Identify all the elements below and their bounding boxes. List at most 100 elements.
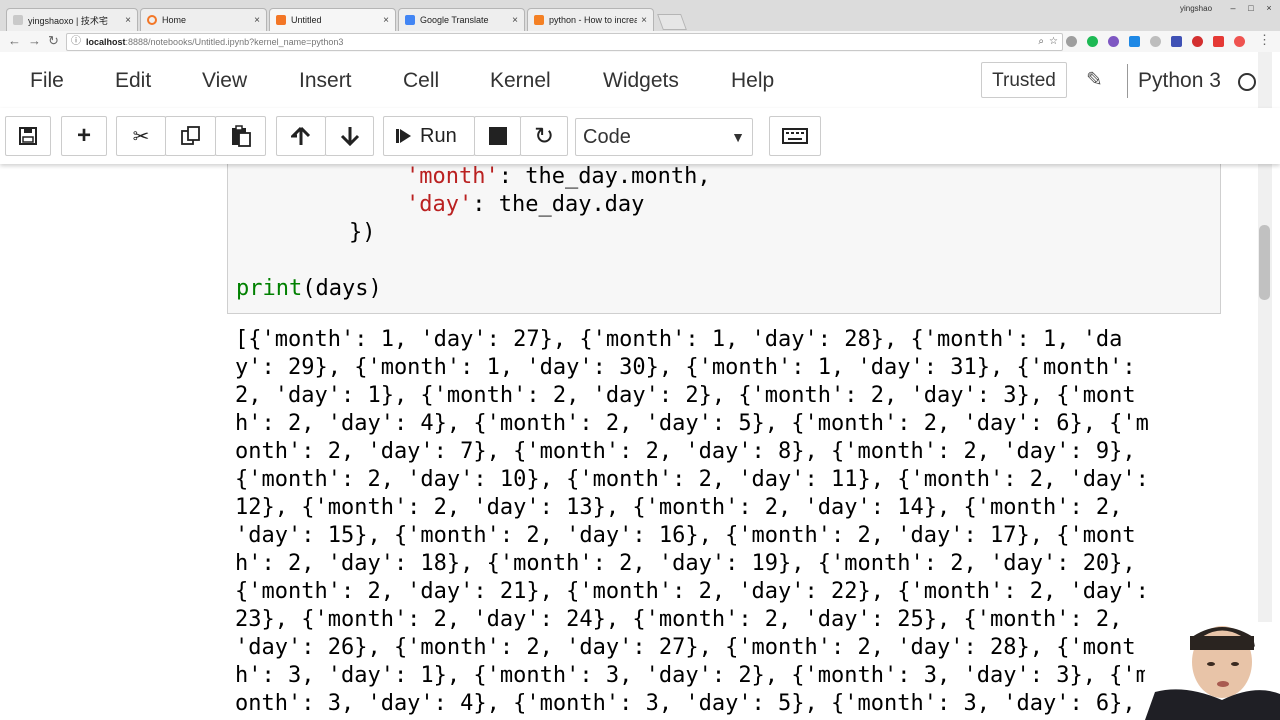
code-line: 'month': the_day.month, [406,164,711,189]
url-text: localhost:8888/notebooks/Untitled.ipynb?… [86,37,344,47]
site-info-icon[interactable]: ⓘ [71,34,81,50]
presenter-image [1145,622,1280,720]
extension-icon[interactable] [1108,36,1119,47]
copy-button[interactable] [165,116,216,156]
output-line: onth': 3, 'day': 4}, {'month': 3, 'day':… [235,691,1136,716]
edit-mode-pencil-icon: ✎ [1086,69,1103,91]
move-up-button[interactable] [276,116,326,156]
extension-icon[interactable] [1087,36,1098,47]
paste-icon [231,125,251,147]
keyboard-icon [782,128,808,144]
interrupt-kernel-button[interactable] [474,116,521,156]
tab-title: python - How to increa [549,15,638,25]
cell-type-select[interactable]: Code ▼ [575,118,753,156]
output-line: h': 2, 'day': 18}, {'month': 2, 'day': 1… [235,551,1136,576]
page-favicon-icon [13,15,23,25]
browser-tab-yingshaoxo[interactable]: yingshaoxo | 技术宅 × [6,8,138,31]
address-bar[interactable]: ⓘ localhost:8888/notebooks/Untitled.ipyn… [66,33,1063,51]
browser-tab-untitled[interactable]: Untitled × [269,8,396,31]
output-line: {'month': 2, 'day': 10}, {'month': 2, 'd… [235,467,1149,492]
extension-icon[interactable] [1234,36,1245,47]
menu-widgets[interactable]: Widgets [603,69,679,93]
tab-title: Untitled [291,15,322,25]
reload-icon[interactable]: ↻ [48,33,59,49]
extension-icon[interactable] [1171,36,1182,47]
trusted-indicator[interactable]: Trusted [981,62,1067,98]
tab-title: Google Translate [420,15,489,25]
caret-down-icon: ▼ [731,129,745,145]
run-button[interactable]: Run [383,116,475,156]
save-icon [19,127,37,145]
tab-title: yingshaoxo | 技术宅 [28,15,108,26]
cut-button[interactable]: ✂ [116,116,166,156]
output-line: 12}, {'month': 2, 'day': 13}, {'month': … [235,495,1123,520]
output-line: h': 3, 'day': 1}, {'month': 3, 'day': 2}… [235,663,1149,688]
stackoverflow-favicon-icon [534,15,544,25]
code-line: 'day': the_day.day [406,192,645,217]
output-line: 23}, {'month': 2, 'day': 24}, {'month': … [235,607,1123,632]
save-button[interactable] [5,116,51,156]
browser-menu-icon[interactable]: ⋮ [1258,32,1271,48]
jupyter-favicon-icon [147,15,157,25]
extension-icon[interactable] [1192,36,1203,47]
tab-title: Home [162,15,187,25]
output-line: onth': 2, 'day': 7}, {'month': 2, 'day':… [235,439,1136,464]
bookmark-star-icon[interactable]: ☆ [1049,34,1058,50]
forward-icon[interactable]: → [28,33,41,49]
menu-insert[interactable]: Insert [299,69,352,93]
new-tab-button[interactable] [657,14,687,30]
output-line: 'day': 26}, {'month': 2, 'day': 27}, {'m… [235,635,1136,660]
extension-icon[interactable] [1213,36,1224,47]
browser-tab-stackoverflow[interactable]: python - How to increa × [527,8,654,31]
command-palette-button[interactable] [769,116,821,156]
maximize-icon[interactable]: □ [1244,3,1258,14]
close-tab-icon[interactable]: × [512,15,518,26]
kernel-idle-indicator-icon [1238,73,1256,91]
scrollbar-thumb[interactable] [1259,225,1270,300]
plus-icon: + [76,122,91,149]
output-line: {'month': 2, 'day': 21}, {'month': 2, 'd… [235,579,1149,604]
output-line: y': 29}, {'month': 1, 'day': 30}, {'mont… [235,355,1136,380]
close-tab-icon[interactable]: × [383,15,389,26]
arrow-up-icon [291,126,311,145]
cell-type-value: Code [583,126,631,148]
restart-kernel-button[interactable]: ↻ [520,116,568,156]
kernel-name: Python 3 [1138,69,1221,92]
scissors-icon: ✂ [132,125,150,148]
code-line: print(days) [236,276,382,301]
translate-favicon-icon [405,15,415,25]
move-down-button[interactable] [325,116,374,156]
back-icon[interactable]: ← [8,33,21,49]
menu-cell[interactable]: Cell [403,69,439,93]
output-line: h': 2, 'day': 4}, {'month': 2, 'day': 5}… [235,411,1149,436]
restart-icon: ↻ [533,122,555,150]
close-tab-icon[interactable]: × [641,15,647,26]
close-window-icon[interactable]: × [1262,3,1276,14]
copy-icon [180,126,200,145]
menu-edit[interactable]: Edit [115,69,151,93]
menu-file[interactable]: File [30,69,64,93]
insert-cell-button[interactable]: + [61,116,107,156]
zoom-icon[interactable]: ⌕ [1038,34,1044,50]
divider [1127,64,1128,98]
jupyter-favicon-icon [276,15,286,25]
menu-view[interactable]: View [202,69,247,93]
extension-icon[interactable] [1066,36,1077,47]
output-line: 'day': 15}, {'month': 2, 'day': 16}, {'m… [235,523,1136,548]
menu-kernel[interactable]: Kernel [490,69,551,93]
extension-icon[interactable] [1129,36,1140,47]
output-line: [{'month': 1, 'day': 27}, {'month': 1, '… [235,327,1123,352]
notebook-container: 'month': the_day.month, 'day': the_day.d… [0,164,1258,720]
close-tab-icon[interactable]: × [254,15,260,26]
notebook-toolbar: + ✂ Run ↻ Code ▼ [0,108,1280,164]
browser-tab-home[interactable]: Home × [140,8,267,31]
browser-tab-google-translate[interactable]: Google Translate × [398,8,525,31]
extension-icon[interactable] [1150,36,1161,47]
menu-help[interactable]: Help [731,69,774,93]
paste-button[interactable] [215,116,266,156]
close-tab-icon[interactable]: × [125,15,131,26]
profile-label[interactable]: yingshao [1180,4,1212,13]
code-cell-input[interactable]: 'month': the_day.month, 'day': the_day.d… [227,164,1221,314]
browser-toolbar: ← → ↻ ⓘ localhost:8888/notebooks/Untitle… [0,31,1280,53]
minimize-icon[interactable]: – [1226,3,1240,14]
